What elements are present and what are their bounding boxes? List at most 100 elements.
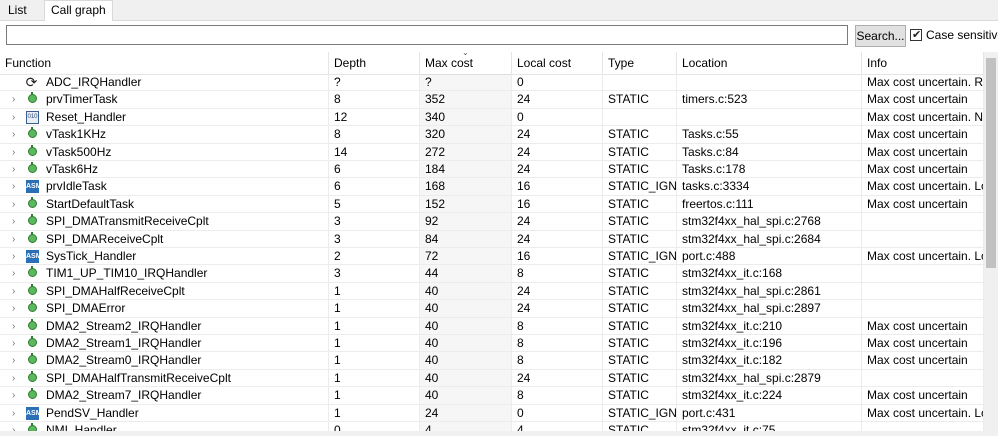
expand-chevron-icon[interactable]: ›	[12, 387, 22, 403]
function-name: TIM1_UP_TIM10_IRQHandler	[46, 266, 208, 281]
col-local-cost-header[interactable]: Local cost	[512, 52, 603, 74]
max-cost-cell: 340	[420, 108, 512, 127]
expand-chevron-icon[interactable]: ›	[12, 248, 22, 264]
table-row[interactable]: › 010 Reset_Handler 12 340 0 Max cost uncertai…	[0, 108, 984, 127]
local-cost-cell: 0	[512, 404, 603, 422]
table-row[interactable]: › SPI_DMAHalfReceiveCplt 1 40 24 STATIC stm32f…	[0, 282, 984, 301]
table-row[interactable]: › SPI_DMAHalfTransmitReceiveCplt 1 40 24 STAT…	[0, 369, 984, 388]
vertical-scrollbar[interactable]	[984, 52, 998, 436]
scrollbar-thumb[interactable]	[986, 58, 996, 268]
case-sensitive-checkbox[interactable]: ✔	[910, 29, 922, 41]
info-cell: Max cost uncertain. Loc	[862, 178, 984, 196]
expand-chevron-icon[interactable]: ›	[12, 178, 22, 194]
col-function-header[interactable]: Function	[0, 52, 329, 74]
table-row[interactable]: › DMA2_Stream2_IRQHandler 1 40 8 STATIC stm32f…	[0, 317, 984, 335]
table-row[interactable]: › ASM SysTick_Handler 27216STATIC_IGN...por…	[0, 248, 984, 266]
expand-chevron-icon[interactable]: ›	[12, 231, 22, 247]
max-cost-cell: 40	[420, 387, 512, 405]
expand-chevron-icon[interactable]: ›	[12, 265, 22, 281]
table-row[interactable]: › SPI_DMAError 1 40 24 STATIC stm32f4xx_hal_sp…	[0, 300, 984, 318]
task-icon	[28, 353, 37, 365]
table-row[interactable]: › ASM prvIdleTask 616816STATIC_IGN...tasks.…	[0, 178, 984, 196]
reset-icon: 010	[26, 110, 39, 124]
type-cell	[603, 108, 677, 127]
function-cell: › SPI_DMAError	[0, 300, 329, 318]
task-icon	[28, 318, 37, 330]
info-cell	[862, 369, 984, 388]
local-cost-cell: 8	[512, 352, 603, 370]
expand-chevron-icon[interactable]: ›	[12, 370, 22, 386]
table-row[interactable]: › TIM1_UP_TIM10_IRQHandler 3 44 8 STATIC stm32…	[0, 265, 984, 283]
info-cell: Max cost uncertain. Loc	[862, 404, 984, 422]
table-row[interactable]: › StartDefaultTask 5 152 16 STATIC freertos.c:…	[0, 195, 984, 214]
horizontal-scrollbar[interactable]	[0, 431, 984, 436]
location-cell: stm32f4xx_it.c:196	[677, 335, 862, 353]
expand-chevron-icon[interactable]: ›	[12, 318, 22, 334]
table-row[interactable]: › ASM PendSV_Handler 1240STATIC_IGN...port.…	[0, 404, 984, 422]
table-row[interactable]: ⟳ ADC_IRQHandler?? 0 Max cost uncertain. Re…	[0, 74, 984, 92]
expand-chevron-icon[interactable]: ›	[12, 213, 22, 229]
search-button[interactable]: Search...	[855, 25, 906, 47]
info-cell	[862, 282, 984, 301]
expand-chevron-icon[interactable]: ›	[12, 196, 22, 212]
tab-list[interactable]: List	[2, 2, 33, 19]
max-cost-cell: 168	[420, 178, 512, 196]
expand-chevron-icon[interactable]: ›	[12, 161, 22, 177]
expand-chevron-icon[interactable]: ›	[12, 352, 22, 368]
table-row[interactable]: › prvTimerTask 8 352 24 STATIC timers.c:523 Max…	[0, 91, 984, 109]
depth-cell: 1	[329, 282, 420, 301]
function-cell: › DMA2_Stream7_IRQHandler	[0, 387, 329, 405]
local-cost-cell: 16	[512, 195, 603, 214]
task-icon	[28, 127, 37, 139]
local-cost-cell: 24	[512, 300, 603, 318]
col-location-header[interactable]: Location	[677, 52, 862, 74]
expand-chevron-icon[interactable]: ›	[12, 283, 22, 299]
function-name: DMA2_Stream2_IRQHandler	[46, 318, 202, 333]
function-cell: › DMA2_Stream1_IRQHandler	[0, 335, 329, 353]
checkmark-icon: ✔	[912, 29, 922, 41]
type-cell: STATIC	[603, 369, 677, 388]
table-row[interactable]: › vTask500Hz 14 272 24 STATIC Tasks.c:84 Max co…	[0, 143, 984, 161]
search-row: Search... ✔ Case sensitive	[0, 20, 998, 52]
expand-chevron-icon[interactable]: ›	[12, 91, 22, 107]
info-cell: Max cost uncertain	[862, 387, 984, 405]
function-cell: › TIM1_UP_TIM10_IRQHandler	[0, 265, 329, 283]
expand-chevron-icon[interactable]: ›	[12, 335, 22, 351]
expand-chevron-icon[interactable]: ›	[12, 144, 22, 160]
col-type-header[interactable]: Type	[603, 52, 677, 74]
local-cost-cell: 16	[512, 248, 603, 266]
expand-chevron-icon[interactable]: ›	[12, 300, 22, 316]
type-cell: STATIC	[603, 161, 677, 179]
max-cost-cell: 40	[420, 317, 512, 335]
location-cell: stm32f4xx_it.c:210	[677, 317, 862, 335]
col-info-header[interactable]: Info	[862, 52, 984, 74]
tab-call-graph[interactable]: Call graph	[44, 0, 113, 21]
table-row[interactable]: › SPI_DMAReceiveCplt 3 84 24 STATIC stm32f4xx_…	[0, 230, 984, 248]
function-cell: › StartDefaultTask	[0, 195, 329, 214]
function-name: ADC_IRQHandler	[46, 75, 142, 89]
local-cost-cell: 16	[512, 178, 603, 196]
expand-chevron-icon[interactable]: ›	[12, 405, 22, 421]
info-cell: Max cost uncertain	[862, 161, 984, 179]
table-row[interactable]: › DMA2_Stream1_IRQHandler 1 40 8 STATIC stm32f…	[0, 335, 984, 353]
table-row[interactable]: › vTask6Hz 6 184 24 STATIC Tasks.c:178 Max cost…	[0, 161, 984, 179]
table-row[interactable]: › vTask1KHz 8 320 24 STATIC Tasks.c:55 Max cost…	[0, 126, 984, 144]
expand-chevron-icon[interactable]: ›	[12, 126, 22, 142]
search-input[interactable]	[6, 25, 848, 45]
function-name: SysTick_Handler	[46, 249, 137, 263]
local-cost-cell: 8	[512, 317, 603, 335]
task-icon	[28, 388, 37, 400]
task-icon	[28, 231, 37, 243]
col-depth-header[interactable]: Depth	[329, 52, 420, 74]
info-cell: Max cost uncertain	[862, 143, 984, 161]
table-row[interactable]: › DMA2_Stream0_IRQHandler 1 40 8 STATIC stm32f…	[0, 352, 984, 370]
table-row[interactable]: › DMA2_Stream7_IRQHandler 1 40 8 STATIC stm32f…	[0, 387, 984, 405]
location-cell: tasks.c:3334	[677, 178, 862, 196]
table-row[interactable]: › SPI_DMATransmitReceiveCplt 3 92 24 STATIC st…	[0, 213, 984, 231]
cycle-icon: ⟳	[25, 74, 38, 90]
case-sensitive-label: Case sensitive	[926, 28, 998, 42]
location-cell: stm32f4xx_it.c:224	[677, 387, 862, 405]
type-cell: STATIC	[603, 317, 677, 335]
expand-chevron-icon[interactable]: ›	[12, 109, 22, 125]
location-cell: Tasks.c:55	[677, 126, 862, 144]
